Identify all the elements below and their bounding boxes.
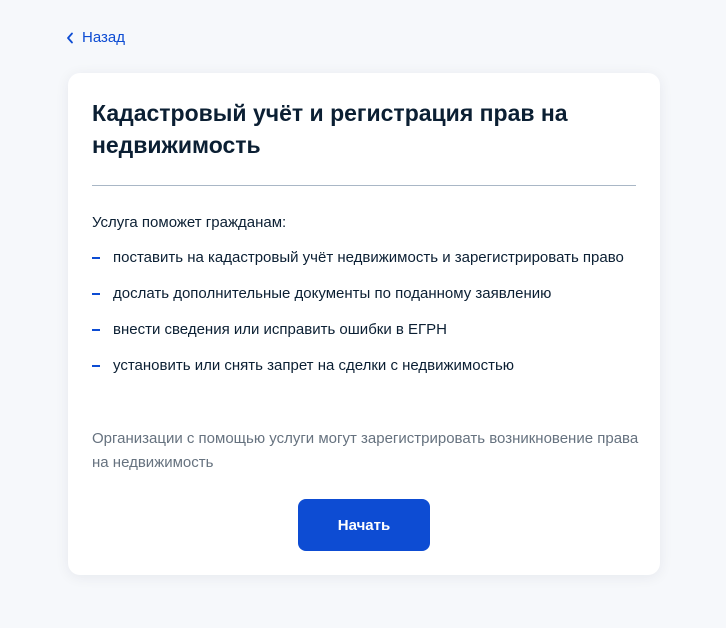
chevron-left-icon	[66, 32, 74, 44]
back-link-label: Назад	[82, 29, 125, 46]
list-item-text: внести сведения или исправить ошибки в Е…	[113, 321, 447, 338]
service-intro: Услуга поможет гражданам:	[92, 214, 287, 231]
service-card: Кадастровый учёт и регистрация прав на н…	[68, 73, 660, 575]
list-item: поставить на кадастровый учёт недвижимос…	[92, 246, 632, 270]
list-item-text: установить или снять запрет на сделки с …	[113, 357, 515, 374]
list-item: установить или снять запрет на сделки с …	[92, 354, 632, 378]
dash-bullet-icon	[92, 293, 100, 295]
dash-bullet-icon	[92, 329, 100, 331]
service-features-list: поставить на кадастровый учёт недвижимос…	[92, 246, 632, 390]
service-title: Кадастровый учёт и регистрация прав на н…	[92, 100, 568, 158]
dash-bullet-icon	[92, 365, 100, 367]
divider	[92, 185, 636, 186]
dash-bullet-icon	[92, 257, 100, 259]
page: Назад Кадастровый учёт и регистрация пра…	[0, 0, 726, 628]
organizations-note: Организации с помощью услуги могут зарег…	[92, 430, 639, 471]
start-button[interactable]: Начать	[298, 499, 430, 551]
list-item-text: поставить на кадастровый учёт недвижимос…	[113, 249, 624, 266]
list-item: дослать дополнительные документы по пода…	[92, 282, 632, 306]
list-item-text: дослать дополнительные документы по пода…	[113, 285, 552, 302]
list-item: внести сведения или исправить ошибки в Е…	[92, 318, 632, 342]
back-link[interactable]: Назад	[66, 28, 125, 48]
